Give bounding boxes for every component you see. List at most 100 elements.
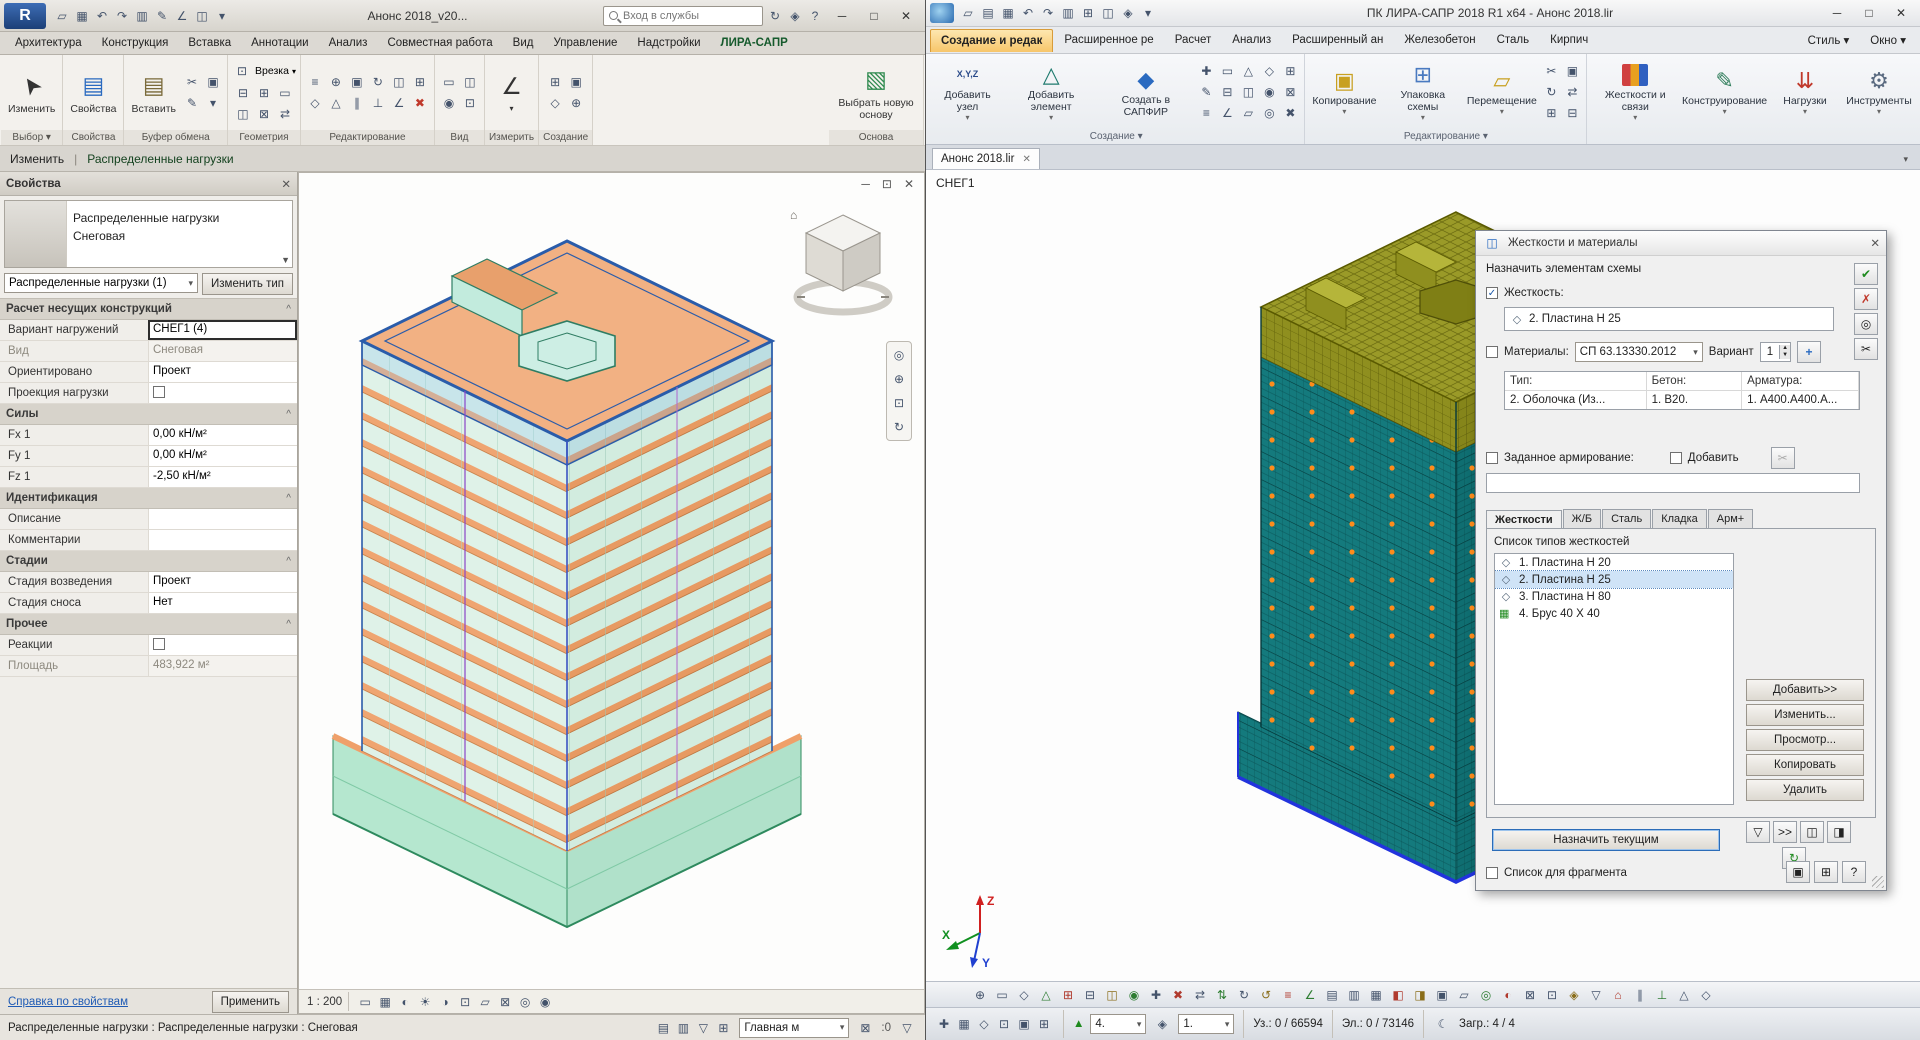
apply-button[interactable]: Применить bbox=[212, 991, 289, 1013]
beam-icon[interactable]: ▭ bbox=[275, 83, 295, 103]
fragment-checkbox[interactable] bbox=[1486, 867, 1498, 879]
scale-icon[interactable]: ▭ bbox=[355, 992, 375, 1012]
dialog-tab[interactable]: Ж/Б bbox=[1563, 509, 1601, 528]
property-value[interactable] bbox=[148, 383, 297, 403]
tool-icon[interactable]: ◨ bbox=[1410, 985, 1430, 1005]
tool-icon[interactable]: ⊠ bbox=[1520, 985, 1540, 1005]
revit-3d-viewport[interactable]: ⌂ ◎ ⊕ ⊡ ↻ ─ ⊡ ✕ 1 : 200 ▭▦◐☀◑⊡▱⊠◎◉ bbox=[298, 172, 925, 1014]
chevron-down-icon[interactable]: ▾ bbox=[1897, 154, 1914, 169]
property-section-header[interactable]: Идентификация^ bbox=[0, 488, 297, 509]
view-close-icon[interactable]: ✕ bbox=[904, 177, 914, 191]
redo-icon[interactable]: ↷ bbox=[112, 6, 132, 26]
scale-icon[interactable]: ◇ bbox=[305, 93, 325, 113]
filter-icon[interactable]: ▽ bbox=[1746, 821, 1770, 843]
property-value[interactable] bbox=[148, 635, 297, 655]
pick-new-host-button[interactable]: ▧ Выбрать новую основу bbox=[833, 63, 919, 122]
tool-icon[interactable]: ⊥ bbox=[1652, 985, 1672, 1005]
layer-combo[interactable]: 1.▾ bbox=[1178, 1014, 1234, 1034]
move-icon[interactable]: ⊕ bbox=[326, 72, 346, 92]
apply-icon[interactable]: ✔ bbox=[1854, 263, 1878, 285]
moon-icon[interactable]: ☾ bbox=[1433, 1014, 1453, 1034]
signin-search-box[interactable]: Вход в службы bbox=[603, 6, 763, 26]
tool-icon[interactable]: ◇ bbox=[1259, 61, 1279, 81]
ribbon-tab[interactable]: Управление bbox=[544, 34, 626, 52]
tool-icon[interactable]: ▣ bbox=[1014, 1014, 1034, 1034]
stiffness-links-button[interactable]: Жесткости и связи▾ bbox=[1591, 59, 1679, 125]
tool-icon[interactable]: ⊟ bbox=[1217, 82, 1237, 102]
tool-icon[interactable]: ◐ bbox=[1498, 985, 1518, 1005]
chevron-down-icon[interactable]: ▼ bbox=[281, 255, 290, 265]
property-value[interactable]: 483,922 м² bbox=[148, 656, 297, 676]
tool-icon[interactable]: ≡ bbox=[1278, 985, 1298, 1005]
filter-icon[interactable]: ▽ bbox=[897, 1018, 917, 1038]
create-similar-icon[interactable]: ◇ bbox=[545, 93, 565, 113]
dialog-button[interactable]: Добавить>> bbox=[1746, 679, 1864, 701]
save-icon[interactable]: ▦ bbox=[72, 6, 92, 26]
document-tab[interactable]: Анонс 2018.lir✕ bbox=[932, 148, 1040, 169]
tool-icon[interactable]: ▣ bbox=[1432, 985, 1452, 1005]
stiffness-materials-dialog[interactable]: ◫ Жесткости и материалы ✕ Назначить элем… bbox=[1475, 230, 1887, 891]
move-button[interactable]: ▱ Перемещение▾ bbox=[1466, 65, 1537, 119]
tool-icon[interactable]: ↻ bbox=[1234, 985, 1254, 1005]
crop-visible-icon[interactable]: ▱ bbox=[475, 992, 495, 1012]
match-type-icon[interactable]: ✎ bbox=[182, 93, 202, 113]
dialog-button[interactable]: Копировать bbox=[1746, 754, 1864, 776]
block-combo[interactable]: 4.▾ bbox=[1090, 1014, 1146, 1034]
hidden-elements-icon[interactable]: ◫ bbox=[460, 72, 480, 92]
view-cube[interactable]: ⌂ bbox=[788, 203, 898, 323]
pick-target-icon[interactable]: ◎ bbox=[1854, 313, 1878, 335]
ribbon-tab[interactable]: Совместная работа bbox=[378, 34, 501, 52]
save-icon[interactable]: ▦ bbox=[998, 3, 1018, 23]
tool-icon[interactable]: ▦ bbox=[954, 1014, 974, 1034]
maximize-button[interactable]: □ bbox=[859, 5, 889, 27]
tool-icon[interactable]: ▭ bbox=[1217, 61, 1237, 81]
measure-button[interactable]: ∠▾ bbox=[492, 70, 532, 115]
delete-icon[interactable]: ✖ bbox=[410, 93, 430, 113]
tool-icon[interactable]: ▽ bbox=[1586, 985, 1606, 1005]
sync-icon[interactable]: ↻ bbox=[765, 6, 785, 26]
property-section-header[interactable]: Стадии^ bbox=[0, 551, 297, 572]
stiffness-list-item[interactable]: ◇1. Пластина Н 20 bbox=[1495, 554, 1733, 571]
collapse-icon[interactable]: ^ bbox=[286, 556, 291, 567]
tool-icon[interactable]: ⌂ bbox=[1608, 985, 1628, 1005]
property-value[interactable] bbox=[148, 509, 297, 529]
tool-icon[interactable]: ◇ bbox=[974, 1014, 994, 1034]
full-navigation-wheel-icon[interactable]: ◎ bbox=[889, 345, 909, 365]
show-triangle-icon[interactable]: ▲ bbox=[1073, 1018, 1084, 1030]
edit-type-button[interactable]: Изменить тип bbox=[202, 273, 293, 295]
stiffness-list-item[interactable]: ◇2. Пластина Н 25 bbox=[1495, 571, 1733, 588]
add-element-button[interactable]: △ Добавить элемент▾ bbox=[1007, 59, 1095, 125]
dialog-tab[interactable]: Кладка bbox=[1652, 509, 1707, 528]
table-view-icon[interactable]: ◫ bbox=[1800, 821, 1824, 843]
tool-icon[interactable]: ◈ bbox=[1564, 985, 1584, 1005]
checkbox[interactable] bbox=[153, 638, 165, 650]
property-value[interactable]: СНЕГ1 (4) bbox=[148, 320, 297, 340]
pack-scheme-button[interactable]: ⊞ Упаковка схемы▾ bbox=[1383, 59, 1462, 125]
table-cell[interactable]: 2. Оболочка (Из... bbox=[1505, 391, 1647, 409]
ribbon-tab[interactable]: Железобетон bbox=[1394, 29, 1485, 51]
dialog-button[interactable]: Удалить bbox=[1746, 779, 1864, 801]
tool-icon[interactable]: ⊟ bbox=[1080, 985, 1100, 1005]
table-cell[interactable]: 1. А400.А400.А... bbox=[1742, 391, 1859, 409]
materials-code-combo[interactable]: СП 63.13330.2012▾ bbox=[1575, 342, 1703, 362]
design-options-icon[interactable]: ▥ bbox=[673, 1018, 693, 1038]
revit-app-button[interactable]: R bbox=[4, 3, 46, 29]
tool-icon[interactable]: ⇅ bbox=[1212, 985, 1232, 1005]
stiffness-list-item[interactable]: ▦4. Брус 40 X 40 bbox=[1495, 605, 1733, 622]
redo-icon[interactable]: ↷ bbox=[1038, 3, 1058, 23]
tool-icon[interactable]: ↻ bbox=[1541, 82, 1561, 102]
cut-geometry-icon[interactable]: ⊟ bbox=[233, 83, 253, 103]
view-restore-icon[interactable]: ⊡ bbox=[882, 177, 892, 191]
tool-icon[interactable]: ▱ bbox=[1454, 985, 1474, 1005]
tool-icon[interactable]: ✚ bbox=[934, 1014, 954, 1034]
measure-icon[interactable]: ∠ bbox=[172, 6, 192, 26]
paste-button[interactable]: ▤ Вставить bbox=[128, 69, 179, 117]
workset-combo[interactable]: Главная м▾ bbox=[739, 1018, 849, 1038]
maximize-button[interactable]: □ bbox=[1854, 2, 1884, 24]
paste-options-icon[interactable]: ▾ bbox=[203, 93, 223, 113]
join-geometry-icon[interactable]: ⊞ bbox=[254, 83, 274, 103]
help-icon[interactable]: ? bbox=[805, 6, 825, 26]
cancel-icon[interactable]: ✗ bbox=[1854, 288, 1878, 310]
tool-icon[interactable]: ⊞ bbox=[1541, 103, 1561, 123]
reveal-hidden-icon[interactable]: ◉ bbox=[535, 992, 555, 1012]
